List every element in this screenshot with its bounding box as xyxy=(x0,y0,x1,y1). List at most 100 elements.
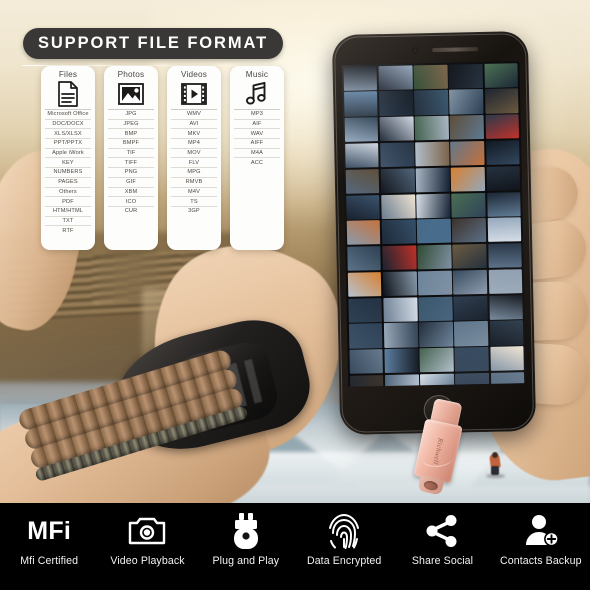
photo-thumbnail[interactable] xyxy=(413,64,448,90)
photo-thumbnail[interactable] xyxy=(417,244,452,270)
photo-thumbnail[interactable] xyxy=(419,347,454,373)
photo-thumbnail[interactable] xyxy=(414,115,449,141)
photo-thumbnail[interactable] xyxy=(344,143,379,168)
format-item: MP3 xyxy=(234,109,280,119)
photo-thumbnail[interactable] xyxy=(349,349,384,375)
photo-thumbnail[interactable] xyxy=(343,65,378,91)
photo-thumbnail[interactable] xyxy=(346,220,381,246)
photo-thumbnail[interactable] xyxy=(485,140,520,166)
photo-thumbnail[interactable] xyxy=(488,269,523,294)
photo-thumbnail[interactable] xyxy=(382,271,417,297)
contact-add-icon xyxy=(523,512,559,550)
smartphone xyxy=(331,30,537,436)
format-item: PDF xyxy=(45,196,91,206)
fingerprint-icon xyxy=(327,512,361,550)
page-title-text: SUPPORT FILE FORMAT xyxy=(37,34,269,52)
format-card-music: Music MP3 AIF WAV AIFF M4A ACC xyxy=(230,66,284,250)
feature-item: Plug and Play xyxy=(197,503,295,567)
format-item: AIF xyxy=(234,118,280,129)
photo-thumbnail[interactable] xyxy=(419,322,454,347)
photo-thumbnail[interactable] xyxy=(384,374,420,387)
photo-thumbnail[interactable] xyxy=(455,372,490,387)
usb-drive-icon xyxy=(230,512,262,550)
photo-thumbnail[interactable] xyxy=(381,193,416,219)
photo-thumbnail[interactable] xyxy=(486,191,522,217)
photo-thumbnail[interactable] xyxy=(420,373,455,387)
photo-thumbnail[interactable] xyxy=(484,62,519,88)
photo-thumbnail[interactable] xyxy=(452,243,487,269)
photo-thumbnail[interactable] xyxy=(490,372,525,387)
photo-thumbnail[interactable] xyxy=(453,295,488,321)
photo-thumbnail[interactable] xyxy=(415,167,450,193)
photo-thumbnail[interactable] xyxy=(347,297,383,323)
format-list: WMV AVI MKV MP4 MOV FLV MPG RMVB M4V TS 3GP xyxy=(171,109,217,216)
photo-thumbnail[interactable] xyxy=(448,63,484,89)
photo-thumbnail[interactable] xyxy=(346,246,382,272)
format-item: PPT/PPTX xyxy=(45,138,91,148)
photo-thumbnail[interactable] xyxy=(489,294,524,320)
photo-thumbnail[interactable] xyxy=(379,116,414,142)
format-item: JPEG xyxy=(108,118,154,129)
photo-thumbnail[interactable] xyxy=(378,90,414,116)
format-item: MOV xyxy=(171,147,217,158)
format-item: PNG xyxy=(108,167,154,177)
photo-thumbnail[interactable] xyxy=(379,142,415,168)
photo-thumbnail[interactable] xyxy=(347,271,382,297)
feature-item: Contacts Backup xyxy=(492,503,590,567)
format-item: DOC/DOCX xyxy=(45,118,91,129)
photo-thumbnail[interactable] xyxy=(485,114,520,140)
photo-thumbnail[interactable] xyxy=(416,193,451,219)
photo-thumbnail[interactable] xyxy=(349,375,384,387)
photo-thumbnail[interactable] xyxy=(484,88,519,114)
photo-thumbnail[interactable] xyxy=(415,141,450,167)
feature-label: Share Social xyxy=(411,555,474,567)
format-item: WMV xyxy=(171,109,217,119)
photo-thumbnail[interactable] xyxy=(381,219,416,245)
photo-thumbnail[interactable] xyxy=(417,270,453,296)
format-item: M4A xyxy=(234,147,280,158)
photo-thumbnail[interactable] xyxy=(383,322,418,348)
front-camera-icon xyxy=(412,47,419,54)
format-item: BMP xyxy=(108,128,154,138)
photo-thumbnail[interactable] xyxy=(453,269,488,295)
photo-thumbnail[interactable] xyxy=(452,218,487,244)
page-title: SUPPORT FILE FORMAT xyxy=(23,28,283,59)
format-card-title: Music xyxy=(245,70,269,79)
photo-thumbnail[interactable] xyxy=(490,346,525,372)
photo-thumbnail[interactable] xyxy=(382,245,417,271)
skier-figure xyxy=(484,452,506,478)
format-item: AVI xyxy=(171,118,217,129)
feature-label: Video Playback xyxy=(110,555,185,567)
photo-thumbnail[interactable] xyxy=(451,192,486,218)
photo-thumbnail[interactable] xyxy=(414,90,449,115)
photo-thumbnail[interactable] xyxy=(384,348,419,374)
format-item: MKV xyxy=(171,128,217,138)
skier-legs xyxy=(491,466,499,475)
photo-thumbnail[interactable] xyxy=(343,91,378,117)
photo-thumbnail[interactable] xyxy=(345,194,380,220)
photo-thumbnail[interactable] xyxy=(344,117,379,143)
photo-thumbnail[interactable] xyxy=(383,296,418,322)
photo-thumbnail[interactable] xyxy=(378,65,413,90)
photo-thumbnail[interactable] xyxy=(451,166,486,192)
feature-item: MFi Mfi Certified xyxy=(0,503,98,568)
photo-thumbnail[interactable] xyxy=(380,168,415,194)
phone-screen[interactable] xyxy=(341,61,527,387)
format-item: CUR xyxy=(108,205,154,216)
photo-thumbnail[interactable] xyxy=(345,168,380,194)
photo-thumbnail[interactable] xyxy=(348,323,383,349)
photo-thumbnail[interactable] xyxy=(418,296,453,322)
photo-thumbnail[interactable] xyxy=(449,115,485,140)
photo-thumbnail[interactable] xyxy=(449,89,484,115)
photo-thumbnail[interactable] xyxy=(454,347,490,372)
photo-thumbnail[interactable] xyxy=(450,140,485,166)
photo-thumbnail[interactable] xyxy=(416,218,452,244)
photo-thumbnail[interactable] xyxy=(489,320,524,346)
photo-thumbnail[interactable] xyxy=(487,217,522,243)
format-item: RTF xyxy=(45,225,91,235)
photo-thumbnail-grid[interactable] xyxy=(341,61,526,387)
photo-thumbnail[interactable] xyxy=(487,243,523,269)
photo-thumbnail[interactable] xyxy=(486,165,521,191)
photo-thumbnail[interactable] xyxy=(454,321,489,347)
format-item: TXT xyxy=(45,215,91,226)
